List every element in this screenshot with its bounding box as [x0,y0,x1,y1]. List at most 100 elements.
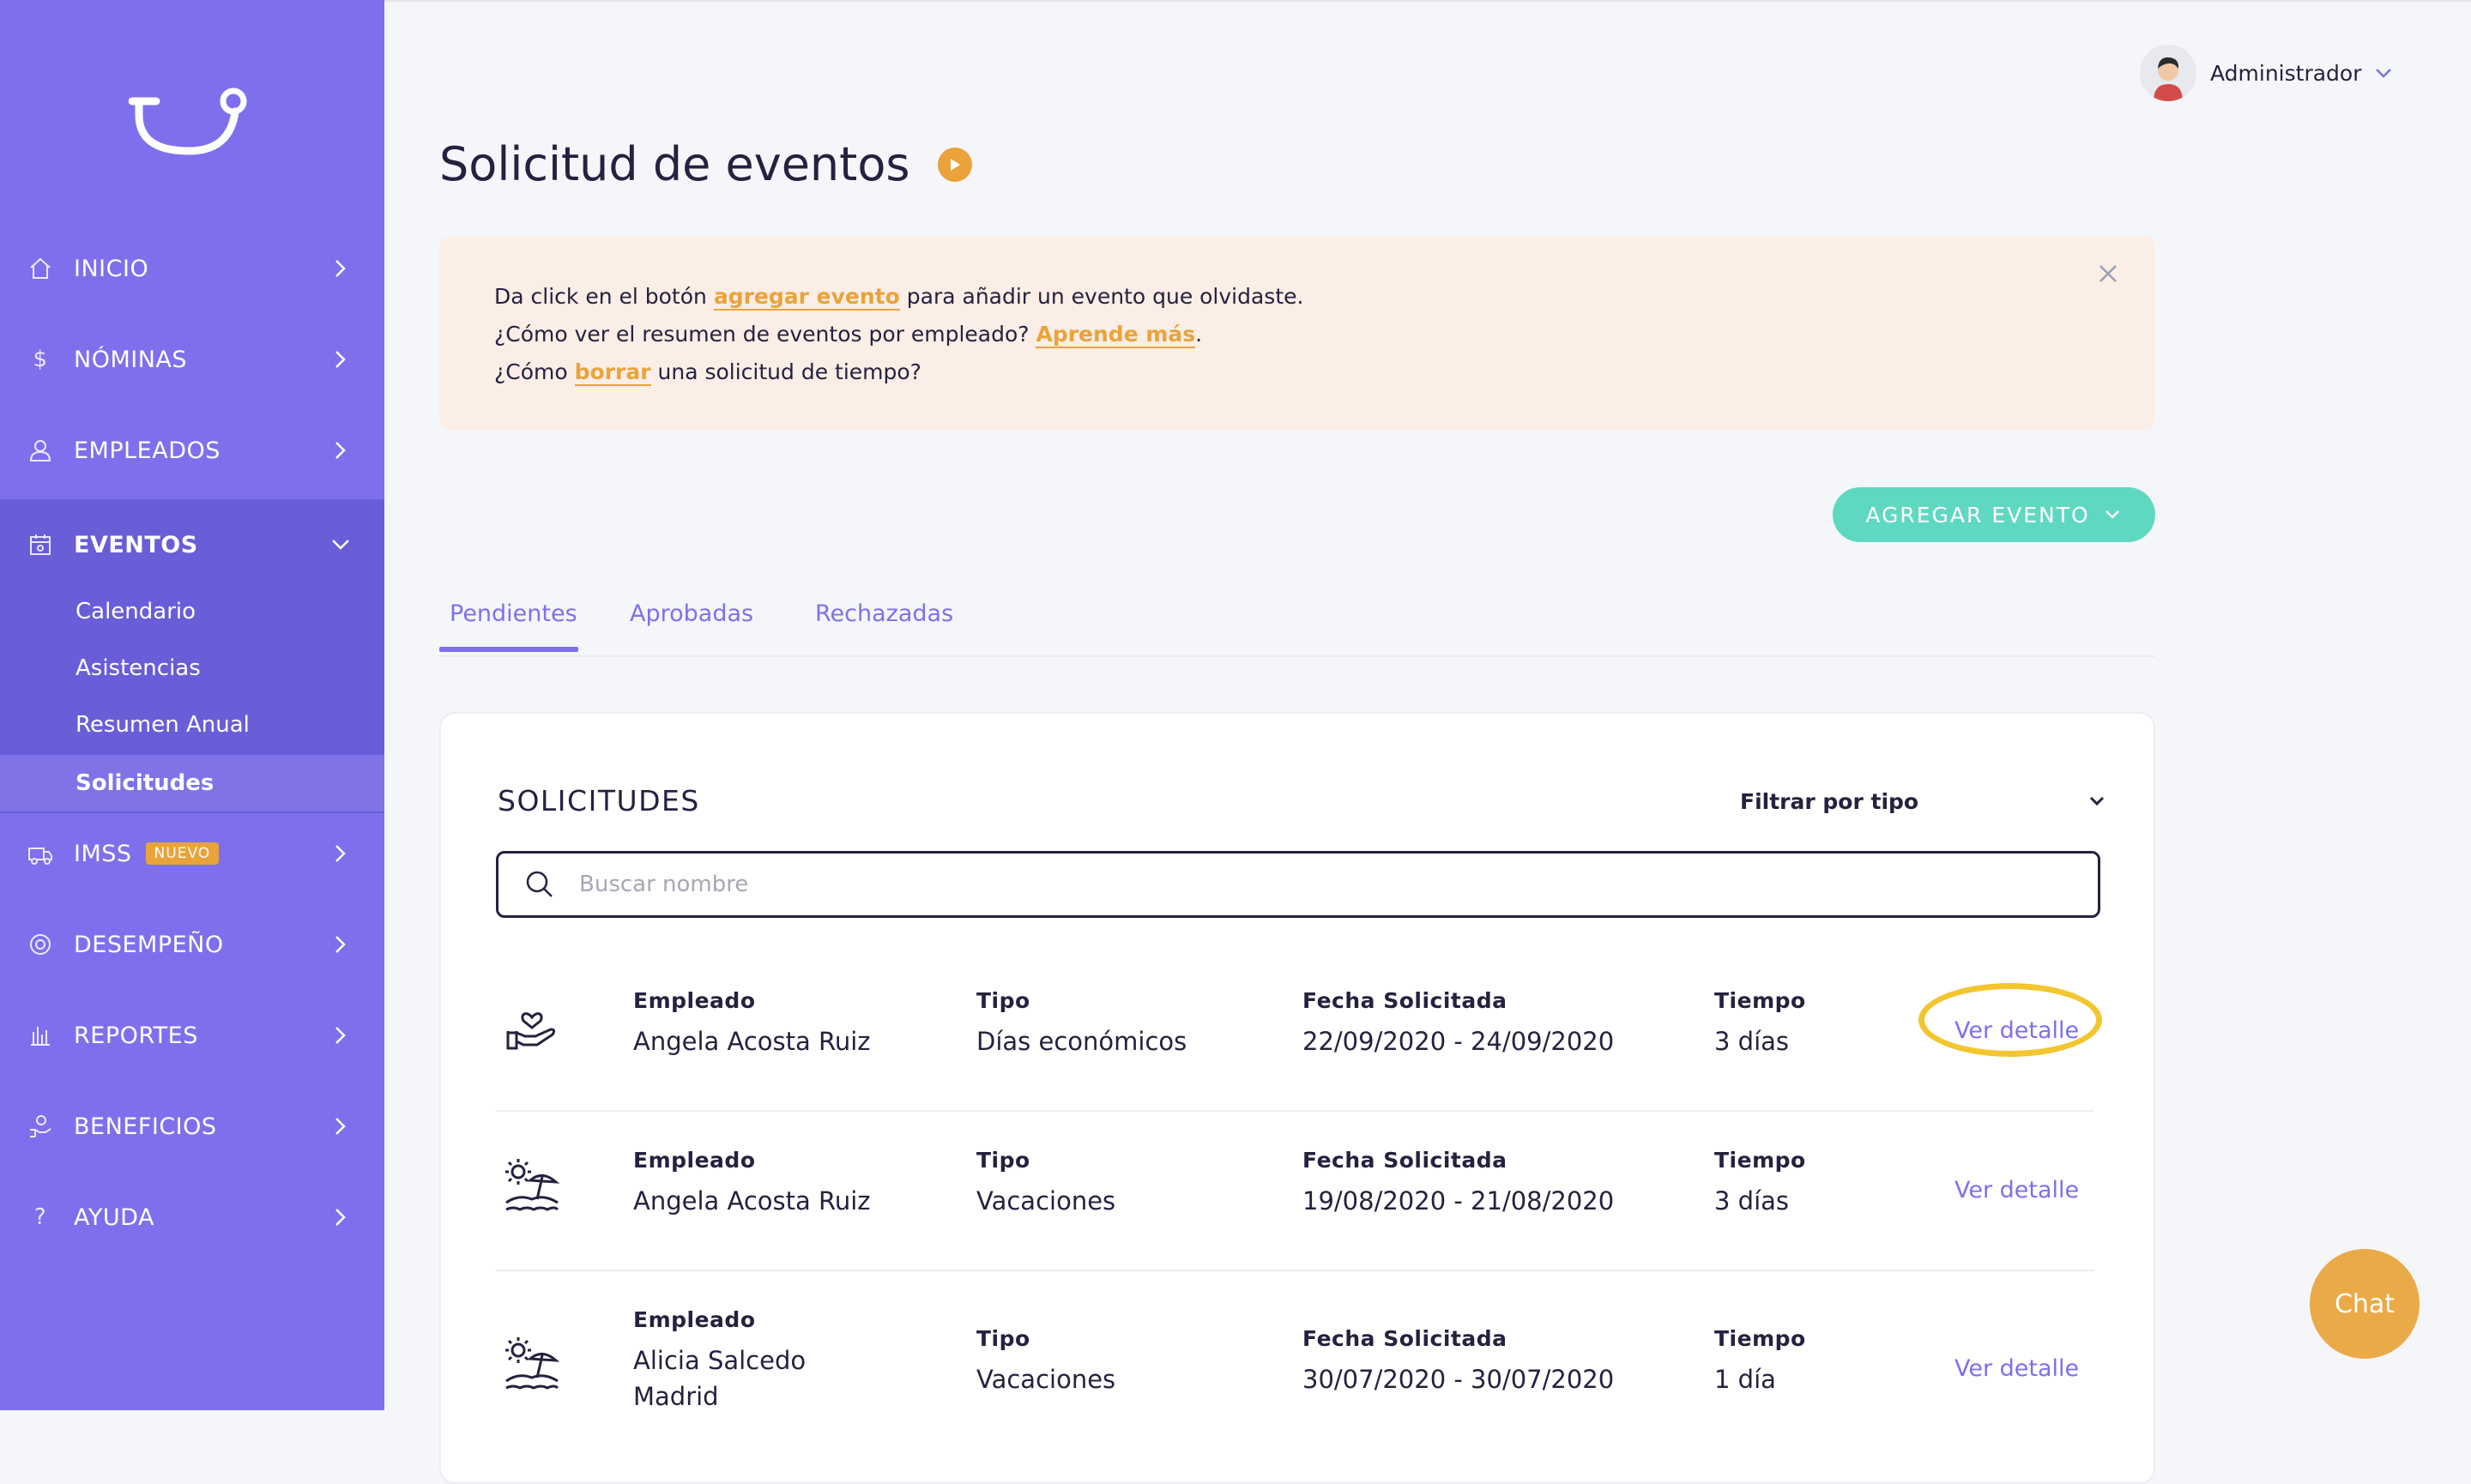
heart-hand-icon [506,1012,556,1050]
chevron-right-icon [335,1118,346,1135]
link-aprende-mas[interactable]: Aprende más [1036,322,1196,348]
submenu-item-calendario[interactable]: Calendario [0,583,384,640]
submenu-item-resumen-anual[interactable]: Resumen Anual [0,697,384,753]
sidebar-item-nominas[interactable]: $ NÓMINAS [0,314,384,405]
time-label: Tiempo [1714,1148,1806,1173]
link-borrar[interactable]: borrar [574,359,651,386]
type-col: Tipo Vacaciones [976,1326,1115,1397]
sidebar-item-desempeno[interactable]: DESEMPEÑO [0,899,384,990]
sidebar-item-imss[interactable]: IMSS NUEVO [0,808,384,899]
tab-rechazadas[interactable]: Rechazadas [815,600,953,627]
type-label: Tipo [976,1326,1030,1351]
type-value: Vacaciones [976,1186,1116,1216]
card-title: SOLICITUDES [498,784,700,817]
sidebar-item-eventos[interactable]: EVENTOS [0,499,384,590]
sidebar: INICIO $ NÓMINAS EMPLEADOS EVENTOS Calen… [0,0,384,1410]
employee-name: Alicia Salcedo Madrid [633,1346,807,1411]
info-text: ¿Cómo [494,359,575,384]
employee-label: Empleado [633,988,756,1013]
search-input[interactable] [577,871,2039,898]
tab-pendientes[interactable]: Pendientes [450,600,577,627]
bar-chart-icon [27,1023,53,1048]
tab-aprobadas[interactable]: Aprobadas [630,600,753,627]
new-badge: NUEVO [145,842,220,865]
sidebar-item-beneficios[interactable]: BENEFICIOS [0,1081,384,1172]
employee-name: Angela Acosta Ruiz [633,1186,871,1216]
employee-col: Empleado Angela Acosta Ruiz [633,988,871,1059]
chevron-right-icon [335,1027,346,1044]
add-event-label: AGREGAR EVENTO [1865,502,2090,528]
table-row: Empleado Angela Acosta Ruiz Tipo Vacacio… [496,1110,2093,1271]
top-border [384,0,2471,2]
type-col: Tipo Vacaciones [976,1148,1115,1219]
sidebar-item-label: INICIO [74,255,149,282]
eventos-submenu: Calendario Asistencias Resumen Anual Sol… [0,583,384,813]
user-menu[interactable]: Administrador [2140,45,2395,101]
type-value: Vacaciones [976,1365,1116,1394]
sidebar-item-label: NÓMINAS [74,346,188,373]
table-row: Empleado Alicia Salcedo Madrid Tipo Vaca… [496,1270,2093,1429]
date-label: Fecha Solicitada [1302,1148,1507,1173]
sidebar-item-empleados[interactable]: EMPLEADOS [0,405,384,496]
time-value: 3 días [1714,1186,1790,1216]
info-line-2: ¿Cómo ver el resumen de eventos por empl… [494,316,2100,353]
sidebar-item-inicio[interactable]: INICIO [0,223,384,314]
info-line-3: ¿Cómo borrar una solicitud de tiempo? [494,353,2100,391]
chat-button[interactable]: Chat [2310,1249,2420,1359]
chevron-right-icon [335,845,346,862]
submenu-item-solicitudes[interactable]: Solicitudes [0,755,384,811]
submenu-label: Solicitudes [76,770,214,796]
filter-label: Filtrar por tipo [1740,789,1919,814]
active-tab-indicator [439,647,578,652]
user-icon [27,437,53,463]
chevron-right-icon [335,442,346,459]
employee-name: Angela Acosta Ruiz [633,1027,871,1056]
date-value: 22/09/2020 - 24/09/2020 [1302,1027,1615,1056]
sidebar-item-label: DESEMPEÑO [74,931,224,958]
type-col: Tipo Días económicos [976,988,1187,1059]
search-icon [526,871,553,897]
info-text: una solicitud de tiempo? [650,359,921,384]
view-detail-link[interactable]: Ver detalle [1954,1177,2079,1203]
sidebar-item-label: IMSS [74,840,132,867]
submenu-label: Asistencias [76,655,201,681]
requests-card: SOLICITUDES Filtrar por tipo Empleado An… [439,712,2155,1484]
sidebar-item-label: REPORTES [74,1022,198,1049]
submenu-item-asistencias[interactable]: Asistencias [0,640,384,697]
logo-icon [129,87,247,155]
page-title: Solicitud de eventos [439,137,910,191]
time-value: 1 día [1714,1365,1776,1394]
view-detail-link[interactable]: Ver detalle [1954,1355,2079,1382]
employee-col: Empleado Alicia Salcedo Madrid [633,1307,891,1415]
date-col: Fecha Solicitada 19/08/2020 - 21/08/2020 [1302,1148,1614,1219]
play-video-icon[interactable] [937,147,972,182]
close-icon[interactable] [2095,261,2121,287]
date-value: 30/07/2020 - 30/07/2020 [1302,1365,1615,1394]
filter-by-type-dropdown[interactable]: Filtrar por tipo [1740,789,2109,814]
info-text: ¿Cómo ver el resumen de eventos por empl… [494,322,1036,347]
highlight-ring [1918,983,2102,1057]
time-label: Tiempo [1714,988,1806,1013]
info-text: . [1195,322,1203,347]
home-icon [27,256,53,281]
chevron-right-icon [335,260,346,277]
sidebar-item-label: EMPLEADOS [74,437,221,464]
chevron-down-icon [332,540,349,550]
sidebar-item-ayuda[interactable]: ? AYUDA [0,1172,384,1263]
table-row: Empleado Angela Acosta Ruiz Tipo Días ec… [496,950,2093,1112]
sidebar-item-reportes[interactable]: REPORTES [0,990,384,1081]
add-event-button[interactable]: AGREGAR EVENTO [1833,487,2155,542]
beach-icon [505,1159,560,1211]
chevron-down-icon [2089,796,2105,806]
chevron-down-icon [2375,69,2391,78]
time-col: Tiempo 3 días [1714,988,1806,1059]
link-agregar-evento[interactable]: agregar evento [713,284,900,311]
dollar-icon: $ [33,347,48,372]
type-label: Tipo [976,1148,1030,1173]
chevron-right-icon [335,936,346,953]
chevron-right-icon [335,1209,346,1226]
date-col: Fecha Solicitada 30/07/2020 - 30/07/2020 [1302,1326,1614,1397]
date-label: Fecha Solicitada [1302,1326,1507,1351]
hand-coin-icon [27,1113,53,1139]
info-text: Da click en el botón [494,284,714,309]
